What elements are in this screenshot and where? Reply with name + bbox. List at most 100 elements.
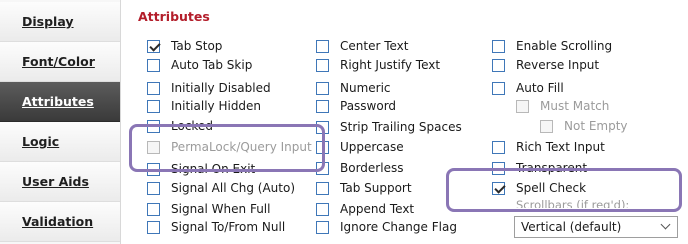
checkbox-box[interactable] [316,202,329,216]
sidebar-item-attributes[interactable]: Attributes [0,82,120,122]
sidebar-item-label: Display [22,14,74,29]
sidebar-item-label: Validation [22,214,94,229]
checkbox-label: Spell Check [516,181,587,195]
checkbox-box[interactable] [147,39,160,53]
not-empty-checkbox[interactable]: Not Empty [540,117,628,135]
borderless-checkbox[interactable]: Borderless [316,159,403,177]
checkbox-label: Initially Disabled [171,81,271,95]
checkbox-label: Strip Trailing Spaces [340,120,462,134]
locked-checkbox[interactable]: Locked [147,117,213,135]
checkbox-label: Ignore Change Flag [340,220,457,234]
checkbox-label: Auto Tab Skip [171,58,253,72]
uppercase-checkbox[interactable]: Uppercase [316,138,404,156]
checkbox-label: Enable Scrolling [516,39,613,53]
checkbox-box[interactable] [316,140,329,154]
checkbox-box[interactable] [316,120,329,134]
numeric-checkbox[interactable]: Numeric [316,79,391,97]
scrollbars-select[interactable]: Vertical (default) [514,216,678,238]
checkbox-box[interactable] [540,119,553,133]
checkbox-label: Must Match [540,99,610,113]
sidebar-item-label: User Aids [22,174,89,189]
checkbox-label: Tab Stop [171,39,223,53]
initially-disabled-checkbox[interactable]: Initially Disabled [147,79,271,97]
sidebar-item-user-aids[interactable]: User Aids [0,162,120,202]
checkbox-label: Rich Text Input [516,140,605,154]
checkbox-label: Reverse Input [516,58,600,72]
checkbox-label: PermaLock/Query Input [171,140,312,154]
checkbox-box[interactable] [516,99,529,113]
reverse-input-checkbox[interactable]: Reverse Input [492,56,599,74]
sidebar-item-font-color[interactable]: Font/Color [0,42,120,82]
checkbox-box[interactable] [147,220,160,234]
signal-to-from-null-checkbox[interactable]: Signal To/From Null [147,218,285,236]
checkbox-label: Not Empty [564,119,628,133]
sidebar-item-label: Attributes [22,94,94,109]
checkbox-box[interactable] [316,161,329,175]
append-text-checkbox[interactable]: Append Text [316,200,414,218]
transparent-checkbox[interactable]: Transparent [492,159,587,177]
checkbox-box[interactable] [492,140,505,154]
checkbox-box[interactable] [147,58,160,72]
sidebar-item-display[interactable]: Display [0,2,120,42]
checkbox-box[interactable] [147,140,160,154]
checkbox-label: Borderless [340,161,404,175]
permalock-query-input-checkbox[interactable]: PermaLock/Query Input [147,138,312,156]
checkbox-box[interactable] [316,39,329,53]
checkbox-box[interactable] [492,181,505,195]
checkbox-label: Center Text [340,39,409,53]
checkbox-box[interactable] [316,220,329,234]
checkbox-label: Password [340,99,397,113]
sidebar: Display Font/Color Attributes Logic User… [0,0,121,244]
must-match-checkbox[interactable]: Must Match [516,97,609,115]
tab-support-checkbox[interactable]: Tab Support [316,179,412,197]
scrollbars-select-value: Vertical (default) [521,220,622,234]
checkbox-box[interactable] [316,99,329,113]
checkbox-box[interactable] [316,181,329,195]
checkbox-label: Initially Hidden [171,99,262,113]
password-checkbox[interactable]: Password [316,97,396,115]
auto-tab-skip-checkbox[interactable]: Auto Tab Skip [147,56,252,74]
checkbox-label: Locked [171,119,213,133]
signal-all-chg-checkbox[interactable]: Signal All Chg (Auto) [147,179,295,197]
initially-hidden-checkbox[interactable]: Initially Hidden [147,97,261,115]
checkbox-box[interactable] [147,181,160,195]
checkbox-box[interactable] [492,161,505,175]
scrollbars-label: Scrollbars (if req'd): [516,198,630,208]
sidebar-item-logic[interactable]: Logic [0,122,120,162]
enable-scrolling-checkbox[interactable]: Enable Scrolling [492,37,612,55]
auto-fill-checkbox[interactable]: Auto Fill [492,79,564,97]
tab-stop-checkbox[interactable]: Tab Stop [147,37,222,55]
center-text-checkbox[interactable]: Center Text [316,37,408,55]
section-title: Attributes [138,9,210,24]
checkbox-label: Numeric [340,81,391,95]
checkbox-box[interactable] [147,119,160,133]
signal-when-full-checkbox[interactable]: Signal When Full [147,200,270,218]
chevron-down-icon[interactable] [660,219,671,230]
checkbox-label: Uppercase [340,140,404,154]
strip-trailing-spaces-checkbox[interactable]: Strip Trailing Spaces [316,118,462,136]
checkbox-box[interactable] [316,81,329,95]
checkbox-label: Auto Fill [516,81,564,95]
signal-on-exit-checkbox[interactable]: Signal On Exit [147,160,255,178]
checkbox-box[interactable] [147,81,160,95]
checkbox-box[interactable] [492,39,505,53]
checkbox-label: Signal When Full [171,202,271,216]
checkbox-label: Signal All Chg (Auto) [171,181,296,195]
checkbox-box[interactable] [147,162,160,176]
checkbox-box[interactable] [492,58,505,72]
checkbox-label: Signal To/From Null [171,220,286,234]
checkbox-box[interactable] [147,202,160,216]
checkbox-box[interactable] [316,58,329,72]
checkbox-box[interactable] [492,81,505,95]
sidebar-item-label: Font/Color [22,54,95,69]
right-justify-text-checkbox[interactable]: Right Justify Text [316,56,440,74]
checkbox-label: Tab Support [340,181,412,195]
rich-text-input-checkbox[interactable]: Rich Text Input [492,138,605,156]
sidebar-item-validation[interactable]: Validation [0,202,120,242]
ignore-change-flag-checkbox[interactable]: Ignore Change Flag [316,218,457,236]
checkbox-label: Append Text [340,202,415,216]
sidebar-item-label: Logic [22,134,60,149]
checkbox-label: Signal On Exit [171,162,256,176]
checkbox-label: Transparent [516,161,588,175]
checkbox-box[interactable] [147,99,160,113]
